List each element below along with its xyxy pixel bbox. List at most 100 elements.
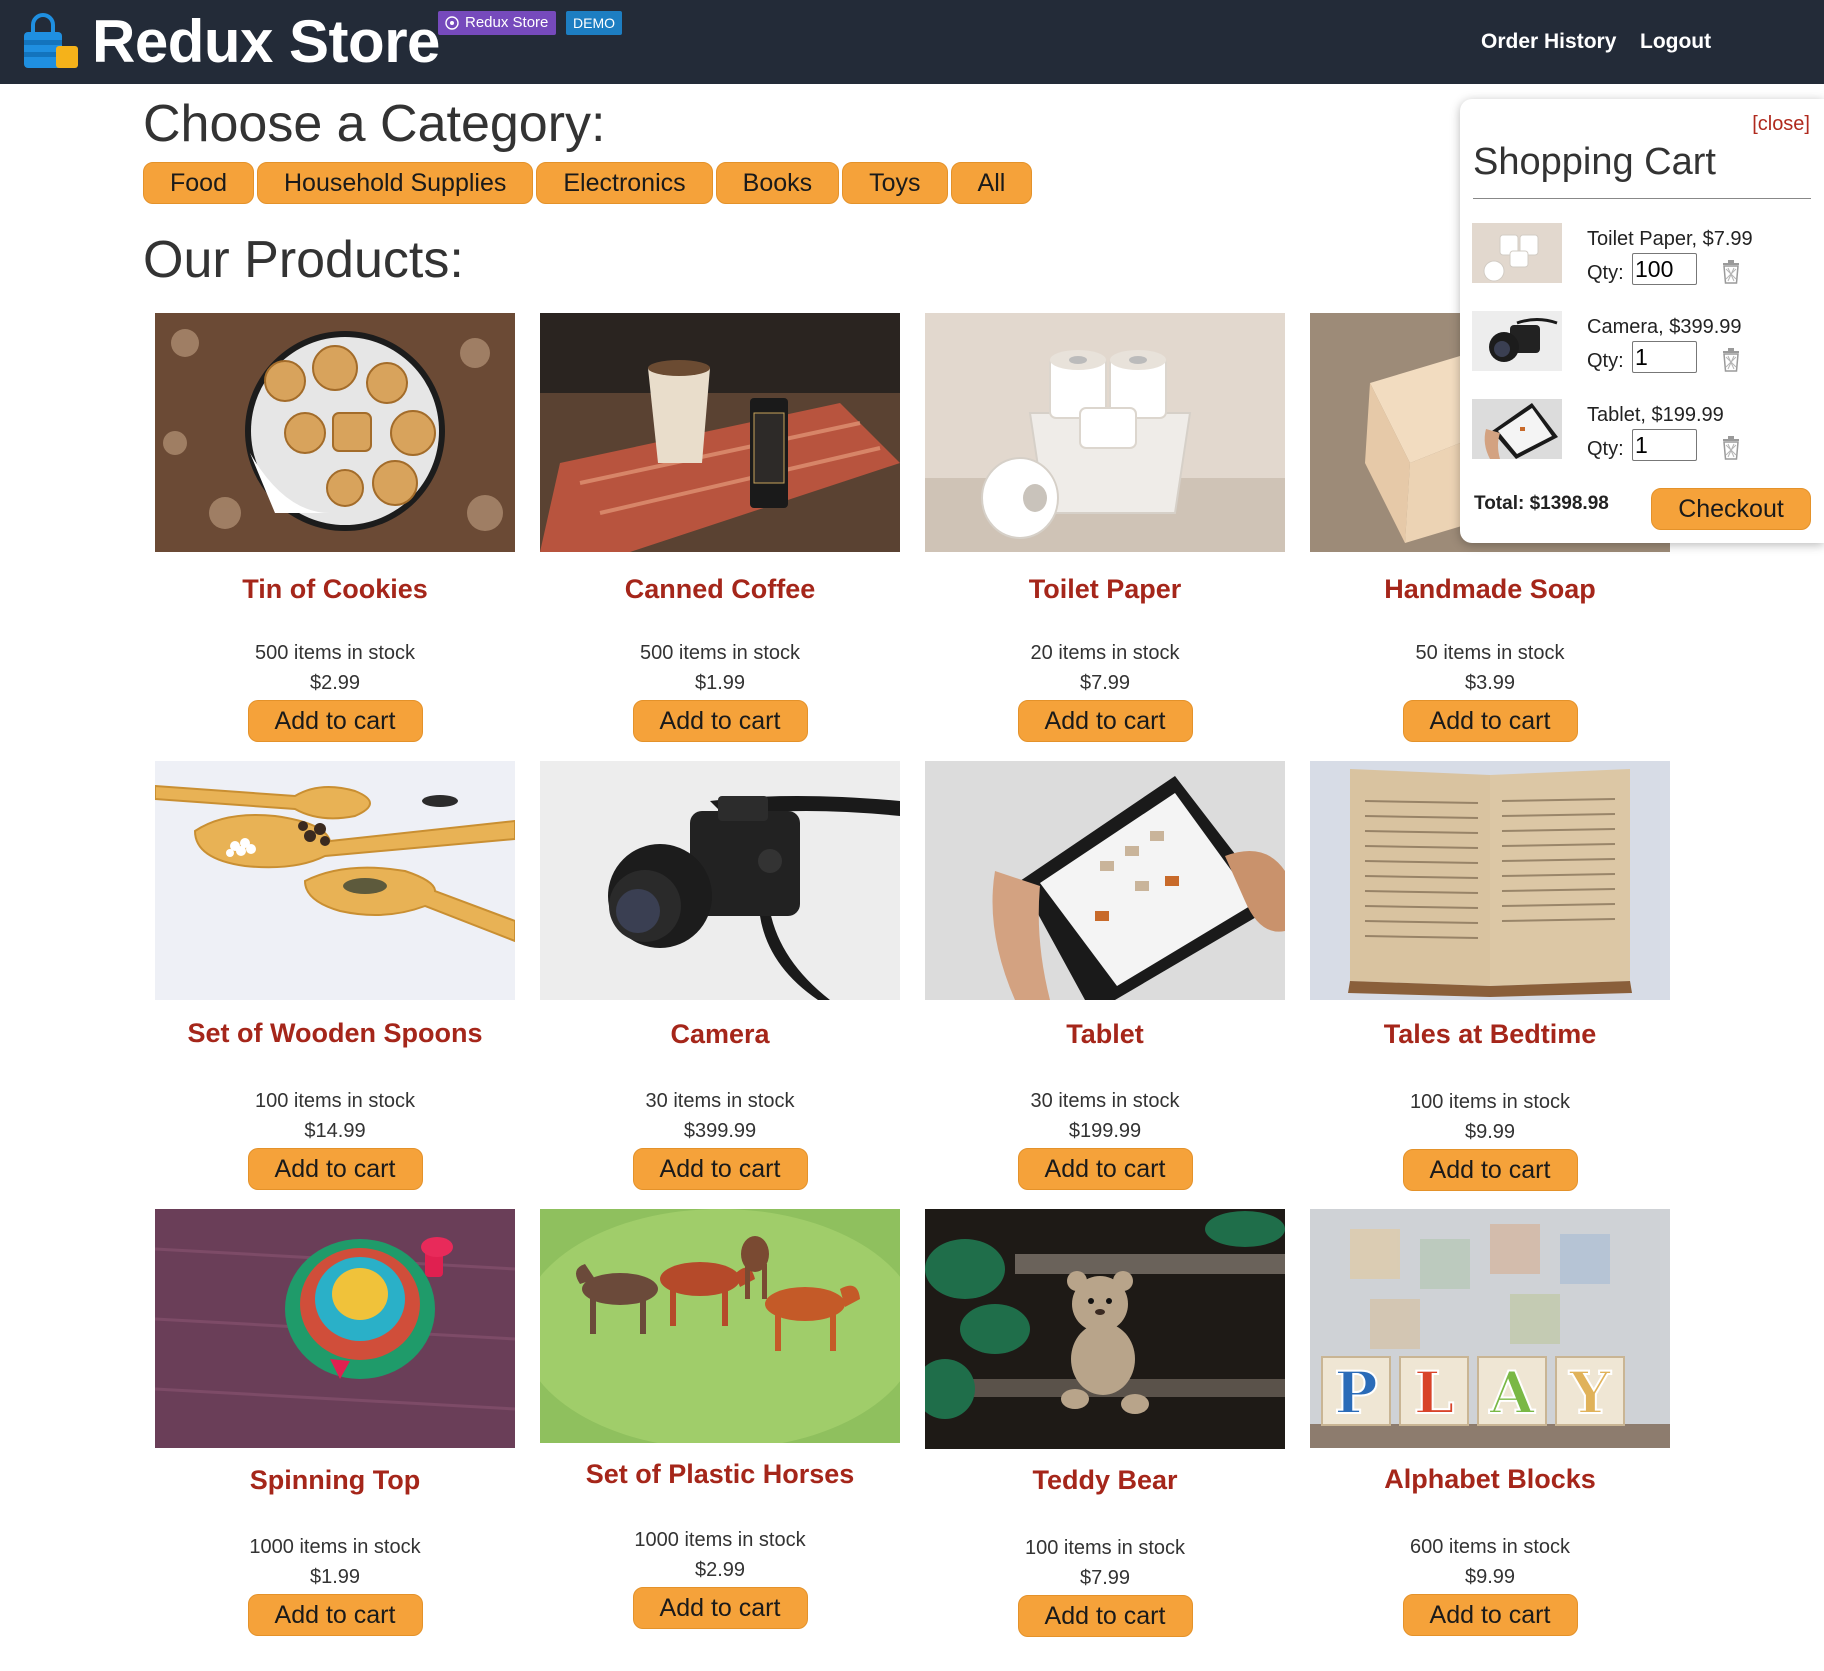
svg-text:L: L xyxy=(1414,1359,1455,1427)
product-card: Tin of Cookies 500 items in stock $2.99 … xyxy=(155,313,515,742)
cart-item-qty-input[interactable] xyxy=(1632,253,1697,285)
product-stock: 500 items in stock xyxy=(254,642,416,664)
product-name[interactable]: Teddy Bear xyxy=(925,1463,1285,1497)
product-stock: 30 items in stock xyxy=(1030,1090,1180,1112)
cart-item: Camera, $399.99 Qty: xyxy=(1472,311,1812,391)
add-to-cart-button[interactable]: Add to cart xyxy=(632,1148,808,1190)
product-name[interactable]: Camera xyxy=(540,1017,900,1051)
cart-item-qty-input[interactable] xyxy=(1632,341,1697,373)
product-name[interactable]: Handmade Soap xyxy=(1310,572,1670,606)
redux-icon xyxy=(445,16,459,30)
product-card: Canned Coffee 500 items in stock $1.99 A… xyxy=(540,313,900,742)
category-household-supplies-button[interactable]: Household Supplies xyxy=(256,162,534,204)
product-image-set-of-wooden-spoons[interactable] xyxy=(155,761,515,1000)
product-price: $3.99 xyxy=(1464,672,1516,694)
top-navbar: Redux Store Redux Store DEMO Order Histo… xyxy=(0,0,1824,84)
add-to-cart-button[interactable]: Add to cart xyxy=(247,1148,423,1190)
cart-item-qty-label: Qty: xyxy=(1587,438,1624,460)
product-card: Camera 30 items in stock $399.99 Add to … xyxy=(540,761,900,1190)
cart-item-thumbnail xyxy=(1472,223,1562,283)
category-toys-button[interactable]: Toys xyxy=(842,162,948,204)
product-name[interactable]: Alphabet Blocks xyxy=(1310,1462,1670,1496)
product-card: Tales at Bedtime 100 items in stock $9.9… xyxy=(1310,761,1670,1191)
cart-item-qty-label: Qty: xyxy=(1587,262,1624,284)
product-name[interactable]: Toilet Paper xyxy=(925,572,1285,606)
product-name[interactable]: Tin of Cookies xyxy=(155,572,515,606)
product-price: $14.99 xyxy=(304,1120,366,1142)
product-stock: 100 items in stock xyxy=(254,1090,416,1112)
category-list: Food Household Supplies Electronics Book… xyxy=(143,162,1033,204)
product-price: $1.99 xyxy=(309,1566,361,1588)
add-to-cart-button[interactable]: Add to cart xyxy=(632,1587,808,1629)
redux-store-badge-label: Redux Store xyxy=(465,14,549,31)
product-image-set-of-plastic-horses[interactable] xyxy=(540,1209,900,1443)
product-name[interactable]: Set of Plastic Horses xyxy=(540,1457,900,1491)
cart-title: Shopping Cart xyxy=(1473,141,1716,183)
product-name[interactable]: Tablet xyxy=(925,1017,1285,1051)
add-to-cart-button[interactable]: Add to cart xyxy=(1017,1148,1193,1190)
add-to-cart-button[interactable]: Add to cart xyxy=(1402,1149,1578,1191)
cart-item-label: Toilet Paper, $7.99 xyxy=(1587,228,1753,250)
category-electronics-button[interactable]: Electronics xyxy=(536,162,713,204)
product-stock: 20 items in stock xyxy=(1030,642,1180,664)
product-price: $1.99 xyxy=(694,672,746,694)
product-image-camera[interactable] xyxy=(540,761,900,1000)
add-to-cart-button[interactable]: Add to cart xyxy=(247,1594,423,1636)
product-stock: 1000 items in stock xyxy=(249,1536,421,1558)
product-price: $2.99 xyxy=(694,1559,746,1581)
cart-item: Tablet, $199.99 Qty: xyxy=(1472,399,1812,479)
trash-icon[interactable] xyxy=(1720,435,1742,461)
product-price: $7.99 xyxy=(1079,672,1131,694)
product-stock: 100 items in stock xyxy=(1409,1091,1571,1113)
product-image-tablet[interactable] xyxy=(925,761,1285,1000)
product-image-tin-of-cookies[interactable] xyxy=(155,313,515,552)
svg-text:P: P xyxy=(1334,1359,1378,1427)
cart-item-qty-input[interactable] xyxy=(1632,429,1697,461)
logout-link[interactable]: Logout xyxy=(1640,28,1711,56)
order-history-link[interactable]: Order History xyxy=(1481,28,1616,56)
product-price: $9.99 xyxy=(1464,1566,1516,1588)
demo-badge[interactable]: DEMO xyxy=(566,11,622,35)
cart-close-link[interactable]: [close] xyxy=(1752,113,1810,136)
cart-divider xyxy=(1473,198,1811,199)
cart-total: Total: $1398.98 xyxy=(1474,493,1609,514)
product-image-teddy-bear[interactable] xyxy=(925,1209,1285,1449)
product-price: $399.99 xyxy=(683,1120,757,1142)
add-to-cart-button[interactable]: Add to cart xyxy=(1402,1594,1578,1636)
svg-text:A: A xyxy=(1488,1359,1535,1427)
product-name[interactable]: Canned Coffee xyxy=(540,572,900,606)
shopping-bag-logo-icon xyxy=(24,13,78,68)
category-books-button[interactable]: Books xyxy=(715,162,840,204)
redux-store-badge[interactable]: Redux Store xyxy=(438,11,557,35)
product-image-tales-at-bedtime[interactable] xyxy=(1310,761,1670,1000)
product-stock: 600 items in stock xyxy=(1409,1536,1571,1558)
add-to-cart-button[interactable]: Add to cart xyxy=(1017,700,1193,742)
category-all-button[interactable]: All xyxy=(950,162,1033,204)
product-name[interactable]: Tales at Bedtime xyxy=(1310,1017,1670,1051)
product-stock: 500 items in stock xyxy=(639,642,801,664)
category-heading: Choose a Category: xyxy=(143,95,606,153)
product-image-spinning-top[interactable] xyxy=(155,1209,515,1448)
products-heading: Our Products: xyxy=(143,231,464,289)
product-price: $7.99 xyxy=(1079,1567,1131,1589)
product-stock: 30 items in stock xyxy=(645,1090,795,1112)
product-name[interactable]: Spinning Top xyxy=(155,1463,515,1497)
product-image-alphabet-blocks[interactable]: P L A Y xyxy=(1310,1209,1670,1448)
add-to-cart-button[interactable]: Add to cart xyxy=(632,700,808,742)
add-to-cart-button[interactable]: Add to cart xyxy=(1017,1595,1193,1637)
product-card: Set of Wooden Spoons 100 items in stock … xyxy=(155,761,515,1190)
checkout-button[interactable]: Checkout xyxy=(1651,488,1811,530)
brand-title[interactable]: Redux Store xyxy=(92,8,440,76)
trash-icon[interactable] xyxy=(1720,347,1742,373)
product-card: Toilet Paper 20 items in stock $7.99 Add… xyxy=(925,313,1285,742)
product-image-toilet-paper[interactable] xyxy=(925,313,1285,552)
product-name[interactable]: Set of Wooden Spoons xyxy=(155,1016,515,1050)
trash-icon[interactable] xyxy=(1720,259,1742,285)
cart-item-label: Tablet, $199.99 xyxy=(1587,404,1724,426)
category-food-button[interactable]: Food xyxy=(143,162,254,204)
product-stock: 100 items in stock xyxy=(1024,1537,1186,1559)
product-image-canned-coffee[interactable] xyxy=(540,313,900,552)
cart-item-label: Camera, $399.99 xyxy=(1587,316,1742,338)
add-to-cart-button[interactable]: Add to cart xyxy=(1402,700,1578,742)
add-to-cart-button[interactable]: Add to cart xyxy=(247,700,423,742)
